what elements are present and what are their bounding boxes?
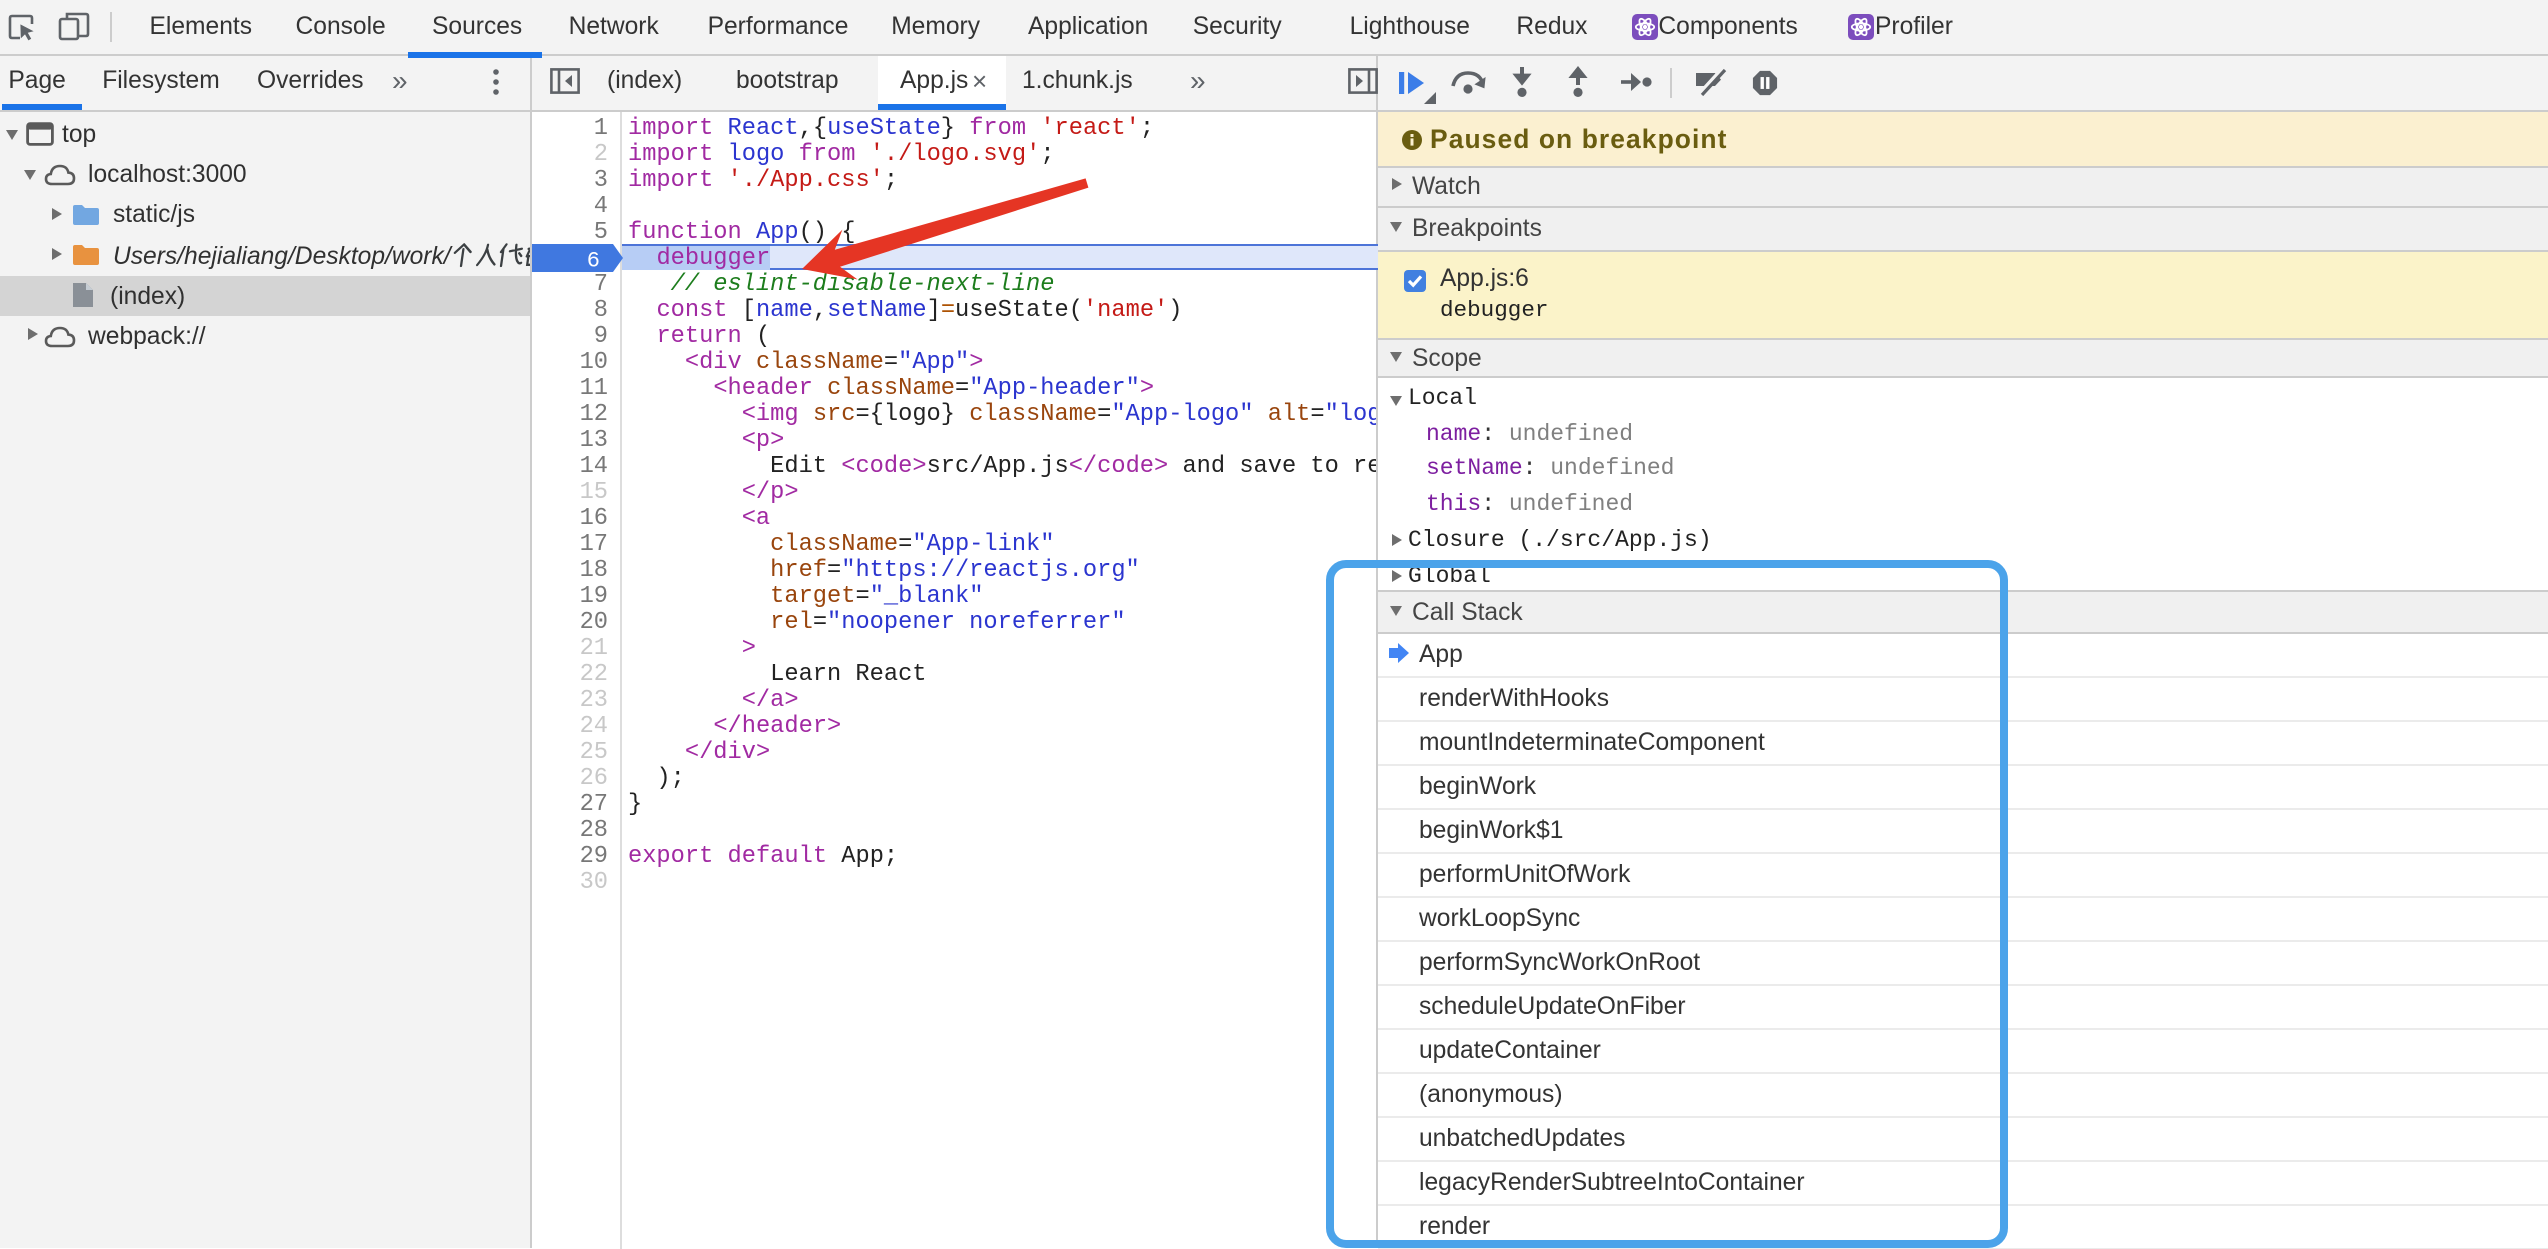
svg-text:6: 6 — [587, 247, 600, 271]
